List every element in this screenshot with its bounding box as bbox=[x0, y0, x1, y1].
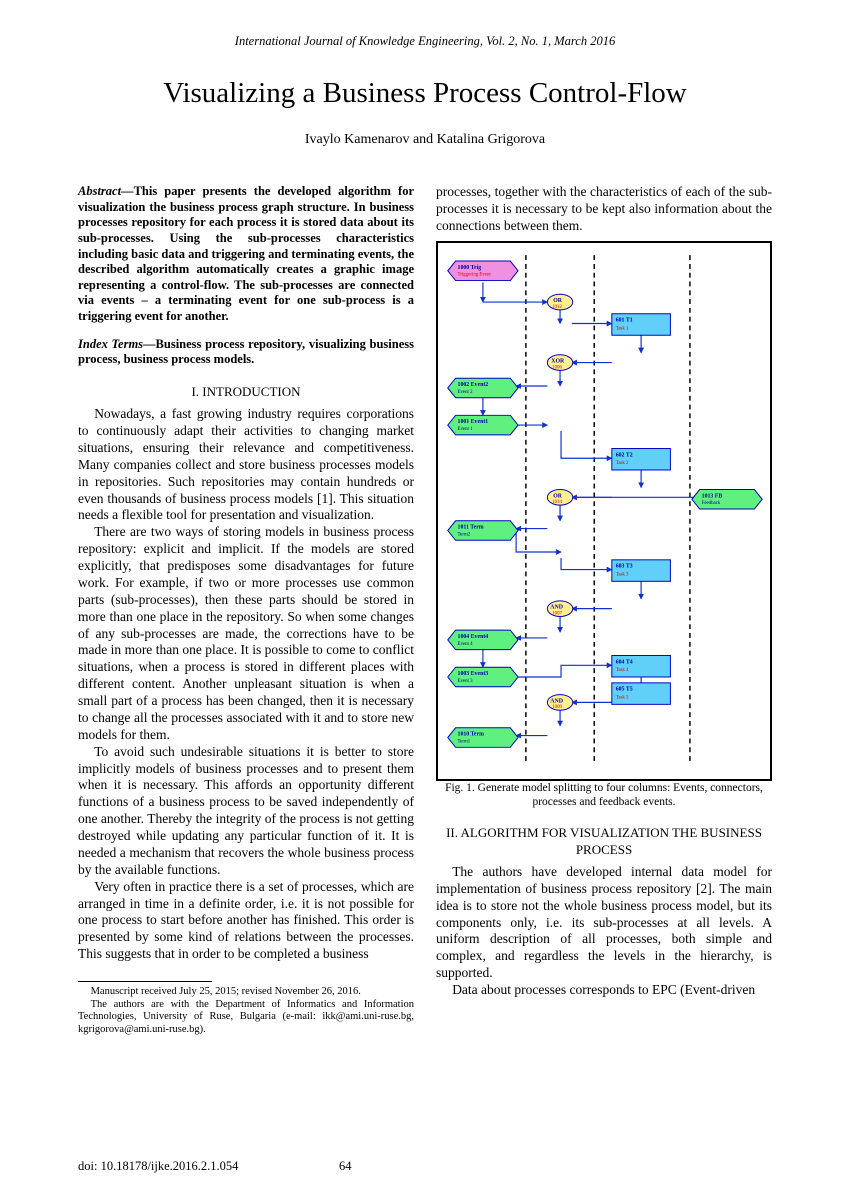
svg-text:1014: 1014 bbox=[552, 500, 562, 505]
svg-text:1001 Event1: 1001 Event1 bbox=[458, 419, 489, 425]
svg-text:Term2: Term2 bbox=[458, 532, 471, 537]
footnote: The authors are with the Department of I… bbox=[78, 999, 414, 1037]
figure-1-caption: Fig. 1. Generate model splitting to four… bbox=[436, 781, 772, 810]
svg-text:1006: 1006 bbox=[552, 365, 562, 370]
footnote: Manuscript received July 25, 2015; revis… bbox=[78, 986, 414, 999]
sec2-paragraph: Data about processes corresponds to EPC … bbox=[436, 982, 772, 999]
svg-text:Task 3: Task 3 bbox=[616, 572, 629, 577]
svg-text:605 T5: 605 T5 bbox=[616, 686, 633, 692]
svg-text:Event 2: Event 2 bbox=[458, 389, 474, 394]
svg-text:1012: 1012 bbox=[552, 305, 562, 310]
authors: Ivaylo Kamenarov and Katalina Grigorova bbox=[78, 132, 772, 148]
svg-text:Event 4: Event 4 bbox=[458, 641, 474, 646]
svg-text:1003 Event3: 1003 Event3 bbox=[458, 671, 489, 677]
abstract-label: Abstract— bbox=[78, 184, 134, 198]
svg-text:1011 Term: 1011 Term bbox=[458, 524, 484, 530]
intro-paragraph: There are two ways of storing models in … bbox=[78, 524, 414, 743]
figure-1: 1000 TrigTriggering Event 1002 Event2Eve… bbox=[436, 241, 772, 810]
intro-paragraph: To avoid such undesirable situations it … bbox=[78, 744, 414, 879]
svg-text:1004 Event4: 1004 Event4 bbox=[458, 634, 489, 640]
svg-text:OR: OR bbox=[553, 298, 563, 304]
svg-text:Event 3: Event 3 bbox=[458, 679, 474, 684]
footnote-rule bbox=[78, 981, 212, 982]
svg-text:1009: 1009 bbox=[552, 705, 562, 710]
index-terms: Index Terms—Business process repository,… bbox=[78, 337, 414, 368]
svg-text:603 T3: 603 T3 bbox=[616, 563, 633, 569]
svg-text:1010 Term: 1010 Term bbox=[458, 731, 485, 737]
svg-text:602 T2: 602 T2 bbox=[616, 452, 633, 458]
svg-text:XOR: XOR bbox=[551, 358, 565, 364]
index-terms-label: Index Terms— bbox=[78, 337, 156, 351]
svg-text:Event 1: Event 1 bbox=[458, 427, 474, 432]
svg-text:AND: AND bbox=[550, 604, 563, 610]
svg-text:601 T1: 601 T1 bbox=[616, 317, 633, 323]
svg-text:Triggering Event: Triggering Event bbox=[458, 272, 492, 277]
col2-continuation: processes, together with the characteris… bbox=[436, 184, 772, 235]
page-number: 64 bbox=[339, 1159, 352, 1174]
paper-title: Visualizing a Business Process Control-F… bbox=[78, 77, 772, 110]
sec2-paragraph: The authors have developed internal data… bbox=[436, 864, 772, 982]
svg-text:Task 4: Task 4 bbox=[616, 668, 629, 673]
svg-text:OR: OR bbox=[553, 493, 563, 499]
figure-1-svg: 1000 TrigTriggering Event 1002 Event2Eve… bbox=[436, 241, 772, 781]
section-1-heading: I. INTRODUCTION bbox=[78, 384, 414, 400]
section-2-heading: II. ALGORITHM FOR VISUALIZATION THE BUSI… bbox=[436, 825, 772, 858]
intro-paragraph: Nowadays, a fast growing industry requir… bbox=[78, 406, 414, 524]
svg-text:1000 Trig: 1000 Trig bbox=[458, 264, 482, 270]
svg-text:AND: AND bbox=[550, 698, 563, 704]
svg-text:1002 Event2: 1002 Event2 bbox=[458, 382, 489, 388]
running-head: International Journal of Knowledge Engin… bbox=[78, 34, 772, 49]
svg-text:Feedback: Feedback bbox=[702, 501, 721, 506]
svg-text:Task 1: Task 1 bbox=[616, 326, 629, 331]
page-footer: doi: 10.18178/ijke.2016.2.1.054 64 bbox=[78, 1159, 772, 1174]
intro-paragraph: Very often in practice there is a set of… bbox=[78, 879, 414, 963]
svg-text:Term1: Term1 bbox=[458, 739, 471, 744]
svg-text:Task 5: Task 5 bbox=[616, 695, 629, 700]
doi: doi: 10.18178/ijke.2016.2.1.054 bbox=[78, 1159, 238, 1174]
svg-text:1007: 1007 bbox=[552, 611, 562, 616]
svg-text:1013 FB: 1013 FB bbox=[702, 493, 723, 499]
abstract: Abstract—This paper presents the develop… bbox=[78, 184, 414, 325]
svg-text:604 T4: 604 T4 bbox=[616, 659, 633, 665]
svg-text:Task 2: Task 2 bbox=[616, 461, 629, 466]
